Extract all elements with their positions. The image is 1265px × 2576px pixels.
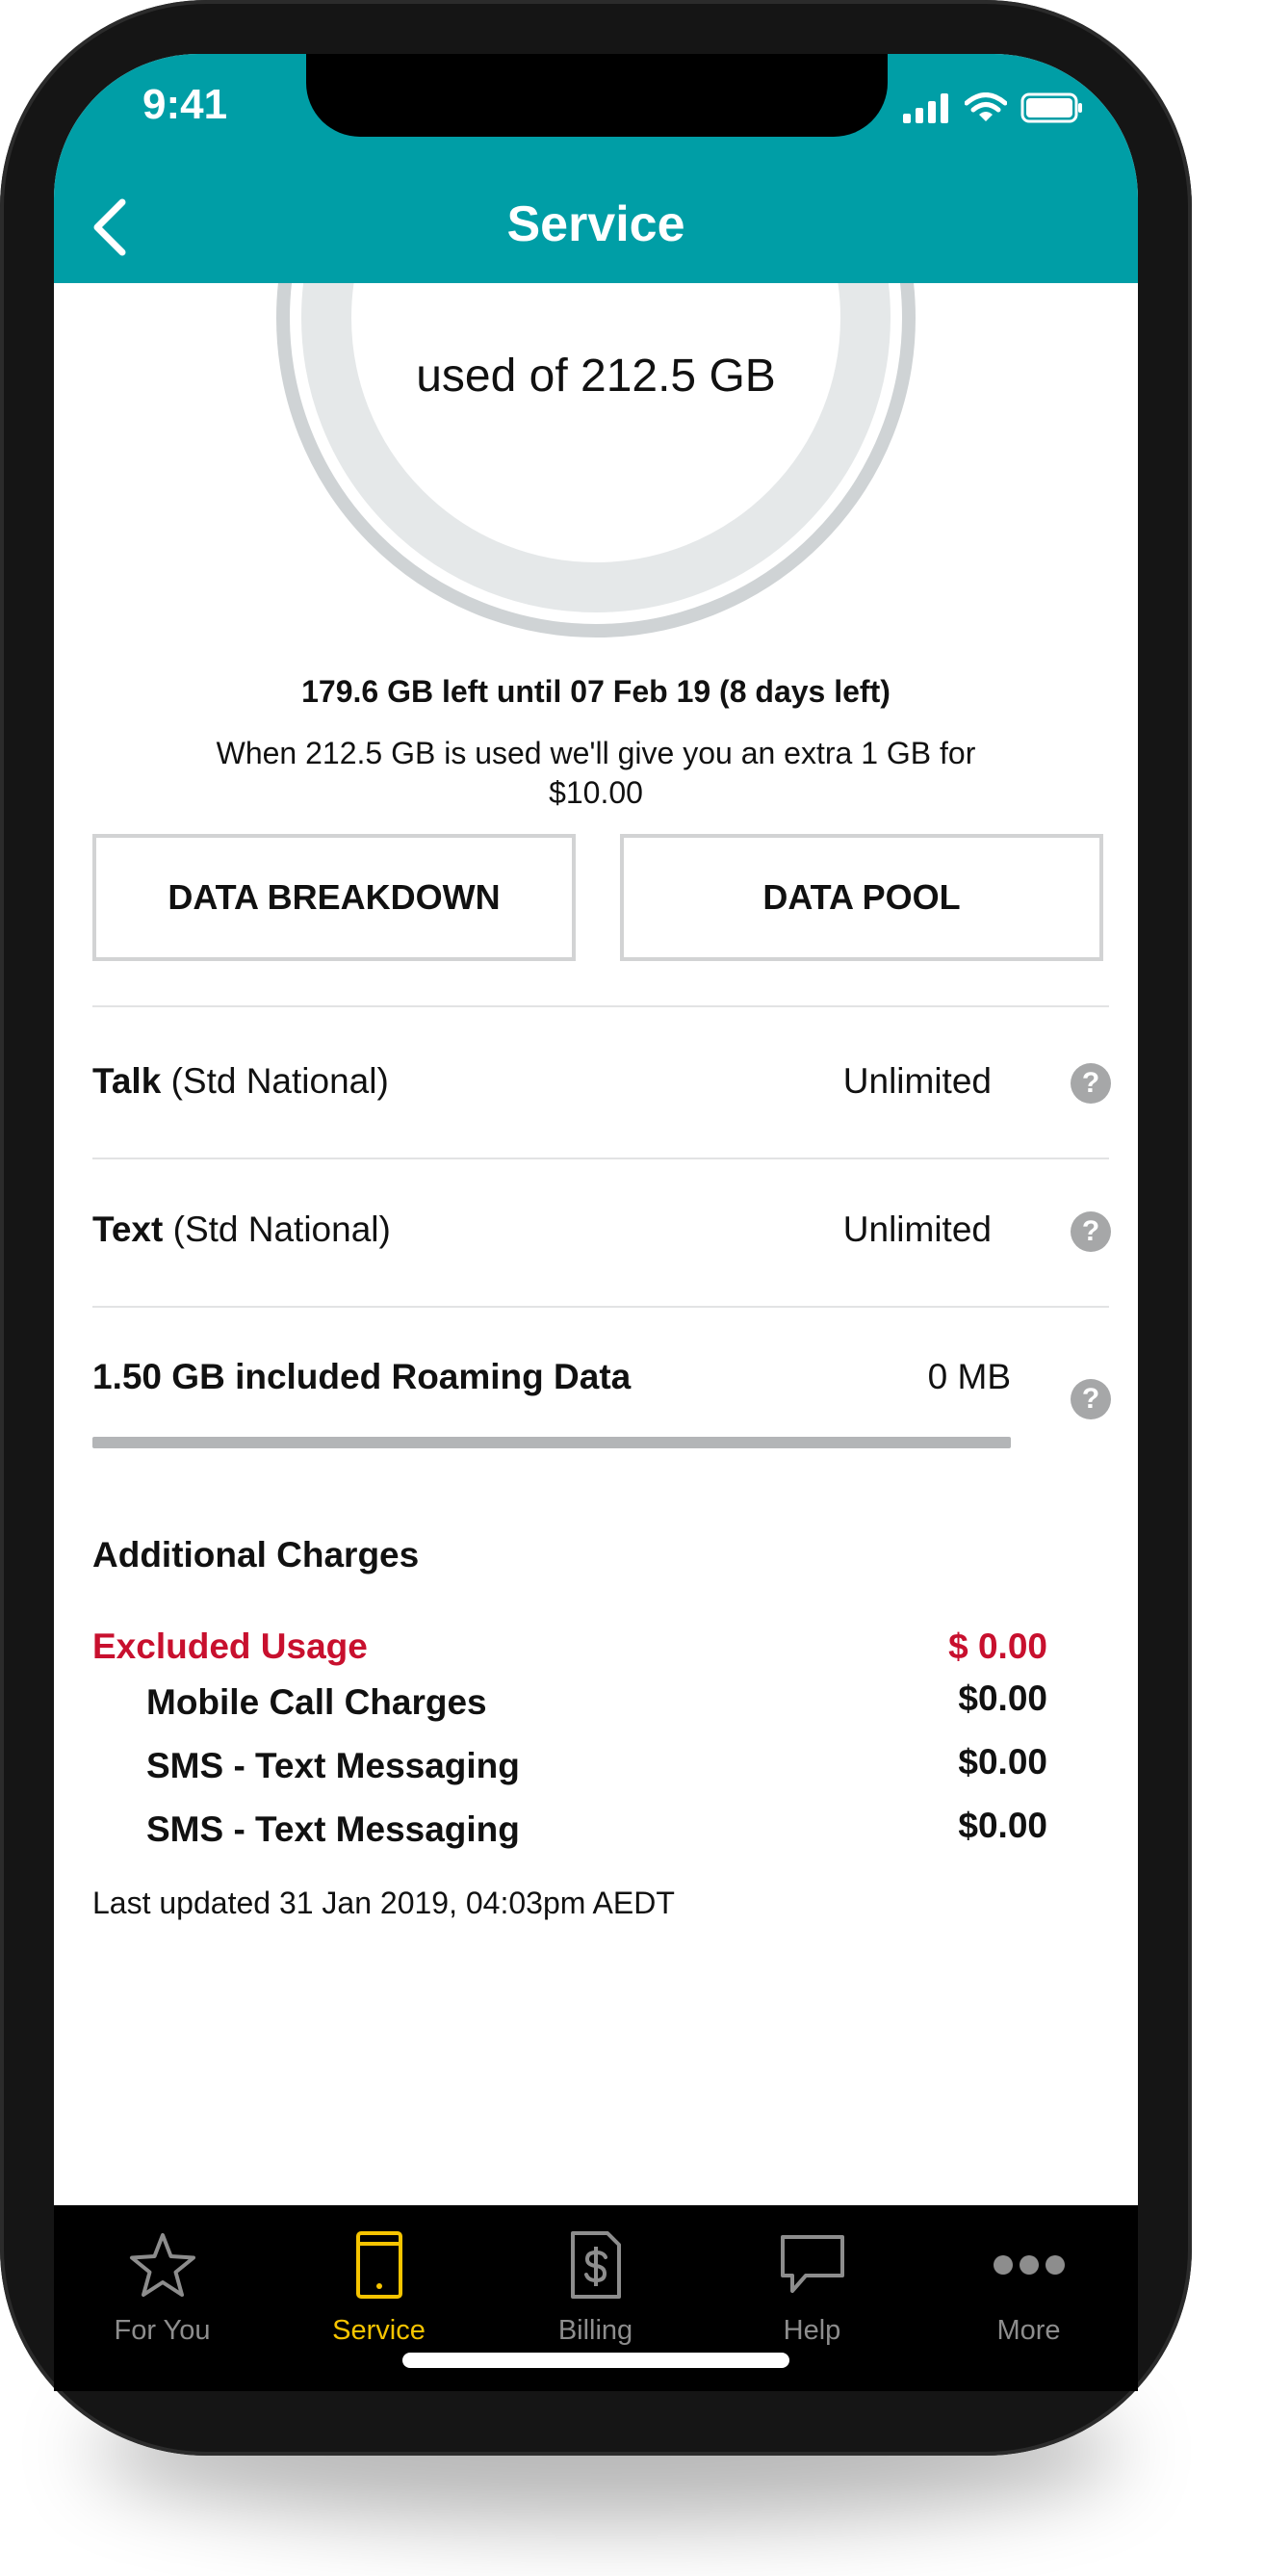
talk-qualifier: (Std National) [170,1061,389,1101]
wifi-icon [965,92,1007,121]
tab-more[interactable]: More [920,2225,1137,2369]
charge-value: $0.00 [958,1742,1047,1782]
roaming-label: 1.50 GB included Roaming Data [92,1357,632,1396]
text-help-icon[interactable]: ? [1071,1211,1111,1252]
status-icons [903,92,1084,123]
data-pool-button[interactable]: DATA POOL [620,834,1103,961]
charge-value: $0.00 [958,1806,1047,1845]
status-time: 9:41 [142,81,228,128]
additional-charges-title: Additional Charges [92,1535,420,1574]
screen: 9:41 Service used of 212.5 GB 179.6 GB l… [54,54,1138,2391]
battery-icon [1020,92,1082,123]
talk-name: Talk [92,1061,162,1101]
talk-value: Unlimited [842,1061,992,1101]
service-content: used of 212.5 GB 179.6 GB left until 07 … [54,283,1138,2205]
phone-frame: 9:41 Service used of 212.5 GB 179.6 GB l… [0,0,1192,2456]
divider [92,1306,1109,1308]
tab-billing[interactable]: Billing [487,2225,704,2369]
divider [92,1005,1109,1007]
roaming-value: 0 MB [927,1357,1011,1396]
bill-icon [569,2225,623,2305]
star-icon [127,2225,198,2305]
tab-for-you[interactable]: For You [54,2225,271,2369]
page-title: Service [506,196,685,252]
tab-label: For You [114,2315,211,2346]
tab-label: More [996,2315,1061,2346]
more-dots-icon [993,2225,1066,2305]
data-breakdown-button[interactable]: DATA BREAKDOWN [92,834,576,961]
roaming-help-icon[interactable]: ? [1071,1379,1111,1419]
roaming-usage-bar [92,1437,1011,1448]
excluded-usage-value: $ 0.00 [948,1626,1047,1666]
signal-icon [903,93,948,123]
charge-value: $0.00 [958,1678,1047,1718]
chat-bubble-icon [779,2225,846,2305]
data-usage-ring [276,283,916,637]
data-left-label: 179.6 GB left until 07 Feb 19 (8 days le… [301,674,891,709]
text-qualifier: (Std National) [172,1210,391,1249]
charge-label: SMS - Text Messaging [146,1809,520,1849]
text-label: Text (Std National) [92,1210,391,1250]
tab-label: Help [783,2315,841,2346]
divider [92,1158,1109,1159]
text-value: Unlimited [842,1210,992,1249]
tab-help[interactable]: Help [704,2225,920,2369]
notch [306,54,888,137]
text-name: Text [92,1210,164,1249]
home-indicator[interactable] [402,2353,789,2368]
tab-service[interactable]: Service [271,2225,487,2369]
tab-label: Service [332,2315,426,2346]
last-updated: Last updated 31 Jan 2019, 04:03pm AEDT [92,1886,675,1920]
excluded-usage-label: Excluded Usage [92,1626,368,1666]
phone-icon [355,2225,403,2305]
data-used-label: used of 212.5 GB [416,351,776,402]
tab-label: Billing [557,2315,633,2346]
talk-label: Talk (Std National) [92,1061,389,1102]
talk-help-icon[interactable]: ? [1071,1063,1111,1104]
charge-label: Mobile Call Charges [146,1682,487,1722]
charge-label: SMS - Text Messaging [146,1746,520,1785]
extra-data-notice: When 212.5 GB is used we'll give you an … [216,736,976,810]
